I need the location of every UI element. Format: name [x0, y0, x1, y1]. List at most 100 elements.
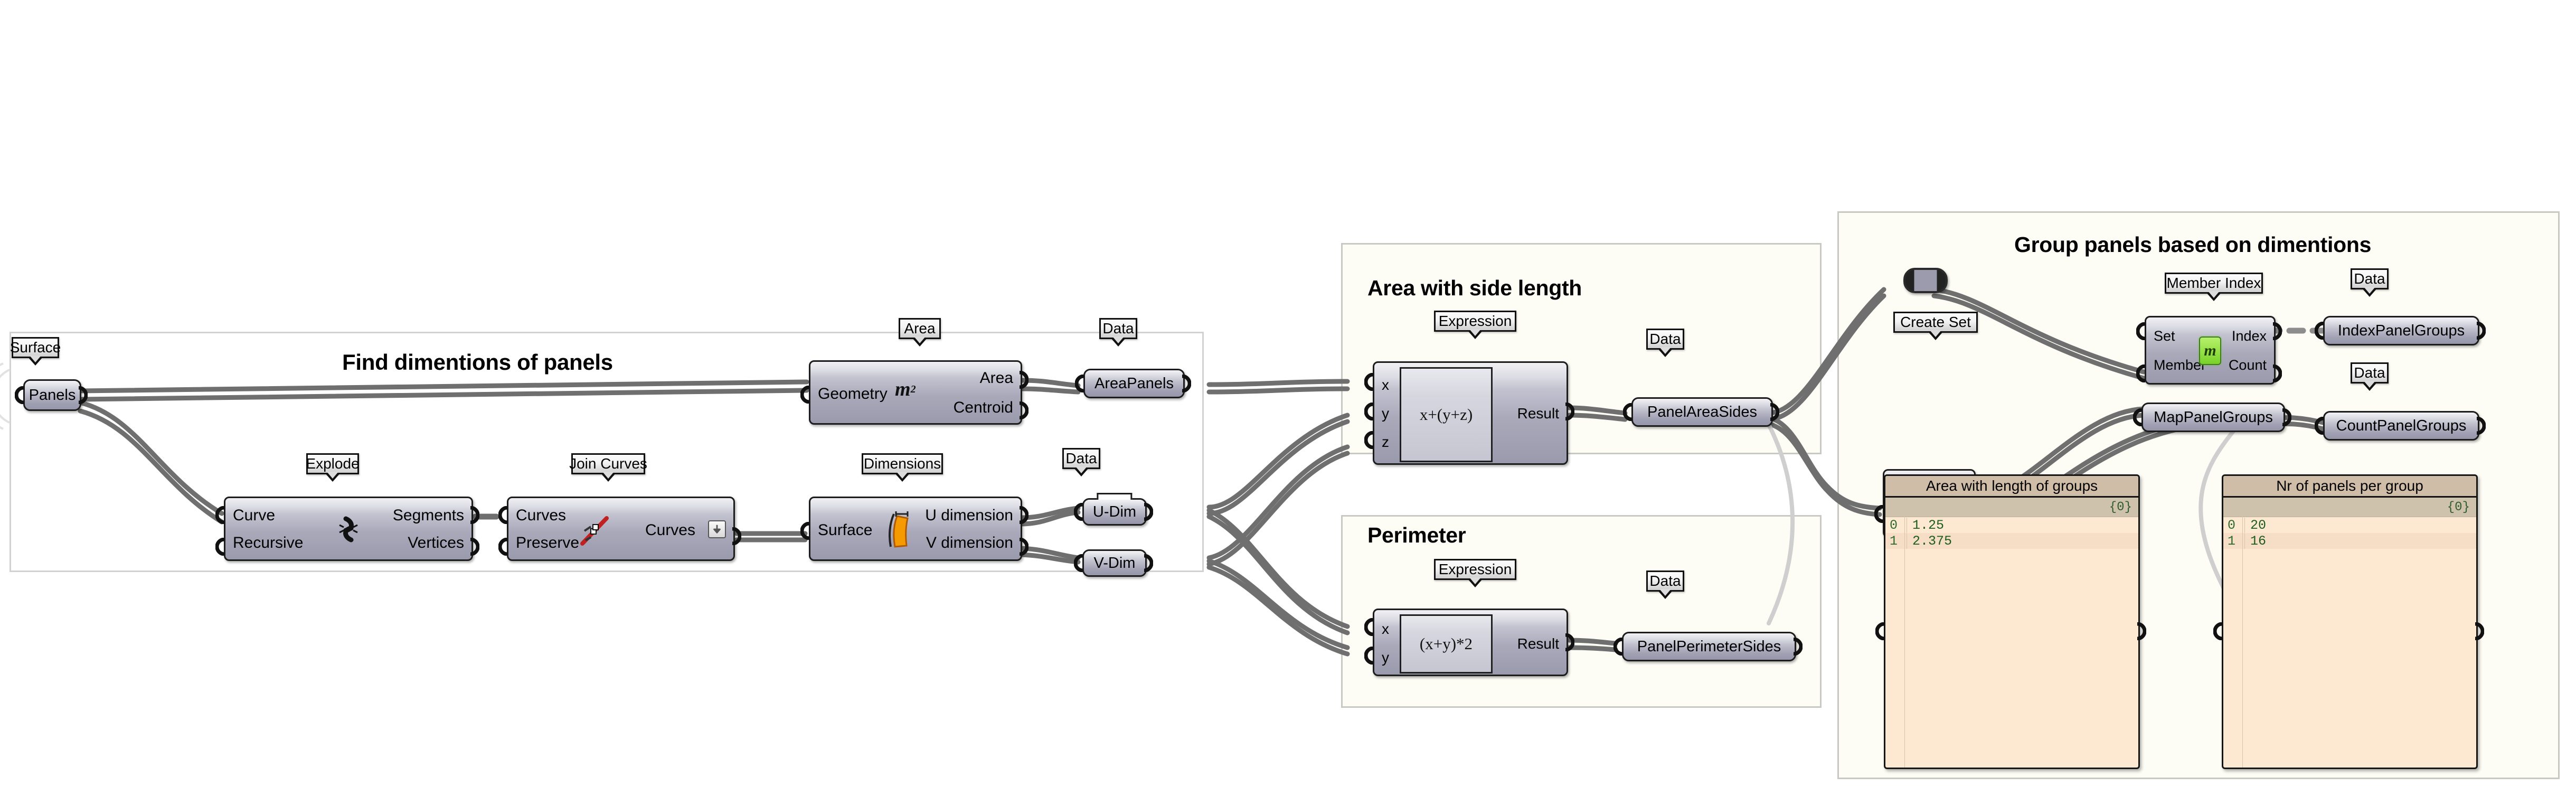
- param-panels[interactable]: Panels: [23, 379, 81, 411]
- explode-grip-out-1[interactable]: [469, 538, 479, 556]
- panel-count-grip-in[interactable]: [2213, 622, 2224, 640]
- param-panelperimetersides[interactable]: PanelPerimeterSides: [1622, 632, 1796, 661]
- expression-text-perimeter: (x+y)*2: [1419, 634, 1473, 653]
- tag-data-udim[interactable]: Data: [1062, 448, 1100, 476]
- mappanelgroups-grip-in[interactable]: [2133, 408, 2144, 426]
- param-areapanels[interactable]: AreaPanels: [1083, 369, 1185, 398]
- tag-join-curves[interactable]: Join Curves: [569, 453, 647, 482]
- explode-grip-in-0[interactable]: [215, 506, 226, 524]
- relay-node[interactable]: [1903, 268, 1948, 293]
- panelareasides-grip-in[interactable]: [1623, 403, 1634, 421]
- param-mappanelgroups[interactable]: MapPanelGroups: [2141, 403, 2285, 432]
- component-join-curves[interactable]: Curves Preserve Curves: [507, 497, 735, 561]
- tag-create-set[interactable]: Create Set: [1893, 312, 1978, 340]
- expression-field-area[interactable]: x+(y+z): [1400, 367, 1493, 462]
- param-indexpanelgroups[interactable]: IndexPanelGroups: [2323, 316, 2479, 345]
- expr-area-grip-y[interactable]: [1364, 403, 1375, 420]
- tag-expression-perimeter[interactable]: Expression: [1434, 559, 1516, 587]
- panel-row: 0 20: [2223, 517, 2476, 533]
- member-index-grip-set[interactable]: [2136, 322, 2147, 340]
- tag-data-areapanels[interactable]: Data: [1099, 318, 1137, 347]
- param-panelareasides[interactable]: PanelAreaSides: [1631, 397, 1773, 427]
- panelperimetersides-grip-in[interactable]: [1613, 638, 1624, 656]
- component-explode[interactable]: Curve Recursive Segments Vertices: [224, 497, 473, 561]
- port-grip-out[interactable]: [77, 386, 88, 404]
- dimensions-grip-out-0[interactable]: [1018, 506, 1028, 524]
- join-curves-grip-out-0[interactable]: [731, 527, 741, 545]
- flatten-button[interactable]: [708, 520, 726, 538]
- component-expression-perimeter[interactable]: x y Result (x+y)*2: [1373, 609, 1568, 676]
- area-grip-out-0[interactable]: [1018, 371, 1028, 389]
- panelareasides-grip-out[interactable]: [1769, 403, 1779, 421]
- countpanelgroups-grip-in[interactable]: [2315, 417, 2325, 435]
- explode-output-segments: Segments: [392, 507, 464, 524]
- member-index-grip-index[interactable]: [2271, 322, 2282, 340]
- component-area[interactable]: Geometry Area Centroid m2: [809, 360, 1022, 425]
- param-areapanels-label: AreaPanels: [1094, 375, 1174, 392]
- component-expression-area[interactable]: x y z Result x+(y+z): [1373, 361, 1568, 465]
- explode-grip-out-0[interactable]: [469, 506, 479, 524]
- tag-data-indexpanelgroups[interactable]: Data: [2351, 268, 2389, 297]
- area-output-area: Area: [979, 369, 1013, 387]
- panel-area-grip-in[interactable]: [1875, 622, 1886, 640]
- areapanels-grip-in[interactable]: [1075, 375, 1086, 392]
- vdim-grip-out[interactable]: [1143, 554, 1153, 572]
- expr-area-grip-z[interactable]: [1364, 431, 1375, 449]
- member-index-grip-count[interactable]: [2271, 364, 2282, 382]
- expr-perimeter-grip-x[interactable]: [1364, 618, 1375, 636]
- expr-area-grip-x[interactable]: [1364, 373, 1375, 391]
- tag-surface[interactable]: Surface: [10, 337, 61, 366]
- explode-grip-in-1[interactable]: [215, 538, 226, 556]
- indexpanelgroups-grip-out[interactable]: [2475, 322, 2486, 340]
- area-icon-exponent: 2: [910, 383, 916, 395]
- component-dimensions[interactable]: Surface U dimension V dimension: [809, 497, 1022, 561]
- create-set-grip-in[interactable]: [1874, 505, 1885, 523]
- dimensions-grip-out-1[interactable]: [1018, 538, 1028, 556]
- grasshopper-canvas[interactable]: Find dimentions of panels Area with side…: [0, 0, 2576, 795]
- port-grip-in[interactable]: [15, 386, 25, 404]
- param-countpanelgroups[interactable]: CountPanelGroups: [2323, 411, 2479, 441]
- areapanels-grip-out[interactable]: [1181, 375, 1191, 392]
- panel-area-grip-out[interactable]: [2136, 622, 2146, 640]
- tag-area[interactable]: Area: [899, 318, 941, 347]
- panelperimetersides-grip-out[interactable]: [1792, 638, 1803, 656]
- param-v-dim[interactable]: V-Dim: [1082, 549, 1147, 577]
- expr-area-output-result: Result: [1517, 405, 1559, 422]
- udim-grip-in[interactable]: [1074, 503, 1084, 521]
- dimensions-input-surface: Surface: [818, 521, 873, 539]
- param-u-dim[interactable]: U-Dim: [1082, 498, 1147, 526]
- join-curves-grip-in-0[interactable]: [498, 506, 509, 524]
- area-grip-in-0[interactable]: [800, 386, 811, 404]
- area-grip-out-1[interactable]: [1018, 401, 1028, 419]
- panel-nr-of-panels-per-group[interactable]: Nr of panels per group {0} 0 20 1 16: [2222, 474, 2478, 769]
- dimensions-grip-in-0[interactable]: [800, 522, 811, 540]
- member-index-grip-member[interactable]: [2136, 364, 2147, 382]
- tag-data-countpanelgroups-label: Data: [2354, 364, 2385, 381]
- panel-count-grip-out[interactable]: [2474, 622, 2484, 640]
- tag-explode[interactable]: Explode: [306, 453, 360, 482]
- mappanelgroups-grip-out[interactable]: [2281, 408, 2291, 426]
- tag-data-panelperimetersides[interactable]: Data: [1646, 570, 1684, 599]
- tag-member-index[interactable]: Member Index: [2165, 273, 2263, 301]
- member-index-icon-glyph: m: [2204, 342, 2216, 359]
- expr-area-grip-result[interactable]: [1564, 403, 1574, 420]
- tag-notch: [1928, 330, 1943, 340]
- tag-data-panelareasides[interactable]: Data: [1646, 329, 1684, 357]
- tag-dimensions[interactable]: Dimensions: [862, 453, 943, 482]
- vdim-grip-in[interactable]: [1074, 554, 1084, 572]
- panel-row-index: 0: [2228, 517, 2236, 533]
- join-curves-grip-in-1[interactable]: [498, 538, 509, 556]
- tag-expression-area-label: Expression: [1438, 313, 1512, 329]
- indexpanelgroups-grip-in[interactable]: [2315, 322, 2325, 340]
- expr-perimeter-grip-y[interactable]: [1364, 647, 1375, 665]
- panel-area-with-length-of-groups[interactable]: Area with length of groups {0} 0 1.25 1 …: [1884, 474, 2140, 769]
- tag-explode-label: Explode: [306, 455, 360, 472]
- udim-grip-out[interactable]: [1143, 503, 1153, 521]
- countpanelgroups-grip-out[interactable]: [2475, 417, 2486, 435]
- tag-data-countpanelgroups[interactable]: Data: [2351, 362, 2389, 391]
- component-member-index[interactable]: Set Member Index Count m: [2145, 316, 2276, 385]
- tag-expression-area[interactable]: Expression: [1434, 311, 1516, 339]
- param-mappanelgroups-label: MapPanelGroups: [2154, 408, 2273, 426]
- expr-perimeter-grip-result[interactable]: [1564, 633, 1574, 651]
- expression-field-perimeter[interactable]: (x+y)*2: [1400, 614, 1493, 674]
